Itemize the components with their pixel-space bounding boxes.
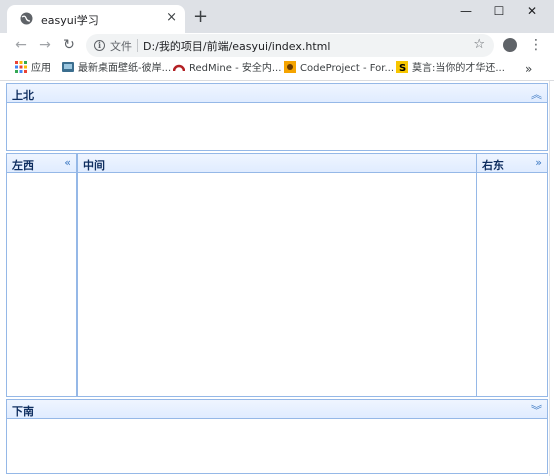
west-panel-title: 左西 <box>12 159 34 172</box>
bookmark-label: 应用 <box>31 63 51 74</box>
south-panel-title: 下南 <box>12 405 34 418</box>
west-panel-header: 左西 « <box>6 153 77 173</box>
forward-icon[interactable]: → <box>36 36 54 54</box>
reload-icon[interactable]: ↻ <box>60 36 78 54</box>
east-panel-header: 右东 » <box>476 153 548 173</box>
bookmark-redmine[interactable]: RedMine - 安全内... <box>173 61 281 77</box>
s-icon: S <box>396 61 408 73</box>
page-scrollbar[interactable] <box>549 81 554 476</box>
apps-grid-icon <box>15 61 27 73</box>
new-tab-button[interactable]: + <box>193 7 208 27</box>
tab-close-icon[interactable]: × <box>166 9 177 27</box>
profile-avatar-icon[interactable] <box>503 38 517 52</box>
page-margin-left <box>0 81 5 476</box>
west-panel-body <box>6 173 77 397</box>
maximize-button[interactable]: ☐ <box>483 0 515 24</box>
svg-text:S: S <box>399 63 406 73</box>
minimize-button[interactable]: — <box>450 0 482 24</box>
close-window-button[interactable]: ✕ <box>516 0 548 24</box>
address-bar[interactable]: i 文件 D:/我的项目/前端/easyui/index.html ☆ <box>86 34 494 57</box>
globe-icon <box>20 12 33 25</box>
center-panel-title: 中间 <box>83 159 105 172</box>
collapse-down-icon[interactable]: ︾ <box>531 402 542 418</box>
north-panel-body <box>6 103 548 151</box>
bookmark-label: 最新桌面壁纸-彼岸... <box>78 63 172 74</box>
collapse-up-icon[interactable]: ︽ <box>531 86 542 102</box>
bookmark-star-icon[interactable]: ☆ <box>473 37 485 52</box>
south-panel-body <box>6 419 548 474</box>
bookmark-apps[interactable]: 应用 <box>15 61 51 77</box>
north-panel-title: 上北 <box>12 89 34 102</box>
redmine-icon <box>173 64 185 72</box>
bookmark-moyan[interactable]: S 莫言:当你的才华还... <box>396 61 505 77</box>
south-panel-header: 下南 ︾ <box>6 399 548 419</box>
browser-toolbar: ← → ↻ i 文件 D:/我的项目/前端/easyui/index.html … <box>0 33 554 58</box>
info-icon[interactable]: i <box>94 40 105 51</box>
collapse-left-icon[interactable]: « <box>64 156 71 169</box>
tab-title: easyui学习 <box>41 14 99 27</box>
browser-titlebar: easyui学习 × + — ☐ ✕ <box>0 0 554 33</box>
bookmarks-overflow-icon[interactable]: » <box>525 61 532 77</box>
browser-tab[interactable]: easyui学习 × <box>7 5 185 33</box>
menu-icon[interactable]: ⋮ <box>529 35 543 55</box>
address-divider <box>137 39 138 52</box>
url-text[interactable]: D:/我的项目/前端/easyui/index.html <box>143 38 330 54</box>
back-icon[interactable]: ← <box>12 36 30 54</box>
codeproject-icon <box>284 61 296 73</box>
east-panel-body <box>476 173 548 397</box>
scheme-label: 文件 <box>110 40 132 53</box>
center-panel-header: 中间 <box>77 153 477 173</box>
center-panel-body <box>77 173 477 397</box>
site-icon <box>62 62 74 72</box>
north-panel-header: 上北 ︽ <box>6 83 548 103</box>
bookmarks-bar: 应用 最新桌面壁纸-彼岸... RedMine - 安全内... CodePro… <box>0 58 554 81</box>
east-panel-title: 右东 <box>482 159 504 172</box>
bookmark-codeproject[interactable]: CodeProject - For... <box>284 61 394 77</box>
bookmark-wallpaper[interactable]: 最新桌面壁纸-彼岸... <box>62 61 171 77</box>
bookmark-label: RedMine - 安全内... <box>189 63 282 74</box>
bookmark-label: 莫言:当你的才华还... <box>412 63 505 74</box>
bookmark-label: CodeProject - For... <box>300 63 395 74</box>
collapse-right-icon[interactable]: » <box>535 156 542 169</box>
